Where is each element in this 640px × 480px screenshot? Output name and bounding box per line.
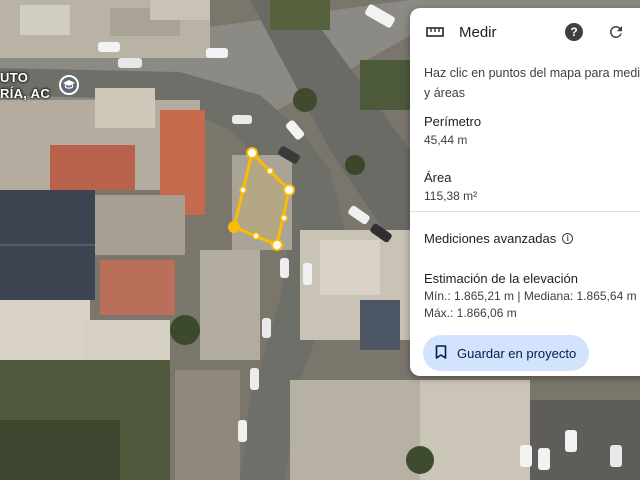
save-button-label: Guardar en proyecto xyxy=(457,345,577,361)
school-icon[interactable] xyxy=(59,75,79,95)
perimeter-label: Perímetro xyxy=(424,114,482,129)
panel-title: Medir xyxy=(459,24,497,41)
refresh-icon[interactable] xyxy=(607,23,625,46)
place-label[interactable]: RÍA, AC xyxy=(0,86,50,101)
area-value: 115,38 m² xyxy=(424,189,478,203)
vertex-handle-first xyxy=(228,221,240,233)
help-icon[interactable]: ? xyxy=(565,23,583,41)
divider xyxy=(410,211,640,212)
bookmark-icon xyxy=(435,344,447,362)
vertex-handle xyxy=(271,239,283,251)
vertex-handle xyxy=(283,184,295,196)
measure-panel: Medir ? Haz clic en puntos del mapa para… xyxy=(410,8,640,376)
area-label: Área xyxy=(424,170,452,185)
vertex-handle xyxy=(246,147,258,159)
elevation-label: Estimación de la elevación xyxy=(424,271,578,286)
instructions-text: Haz clic en puntos del mapa para medir y… xyxy=(424,66,640,100)
info-icon[interactable]: i xyxy=(562,233,574,244)
panel-header: Medir ? xyxy=(410,8,640,56)
save-to-project-button[interactable]: Guardar en proyecto xyxy=(423,335,589,371)
elevation-stats: Mín.: 1.865,21 m | Mediana: 1.865,64 m |… xyxy=(424,289,640,320)
ruler-icon xyxy=(426,25,444,43)
advanced-measurements: Mediciones avanzadas i xyxy=(424,231,574,246)
place-label[interactable]: UTO xyxy=(0,70,28,85)
perimeter-value: 45,44 m xyxy=(424,133,468,147)
